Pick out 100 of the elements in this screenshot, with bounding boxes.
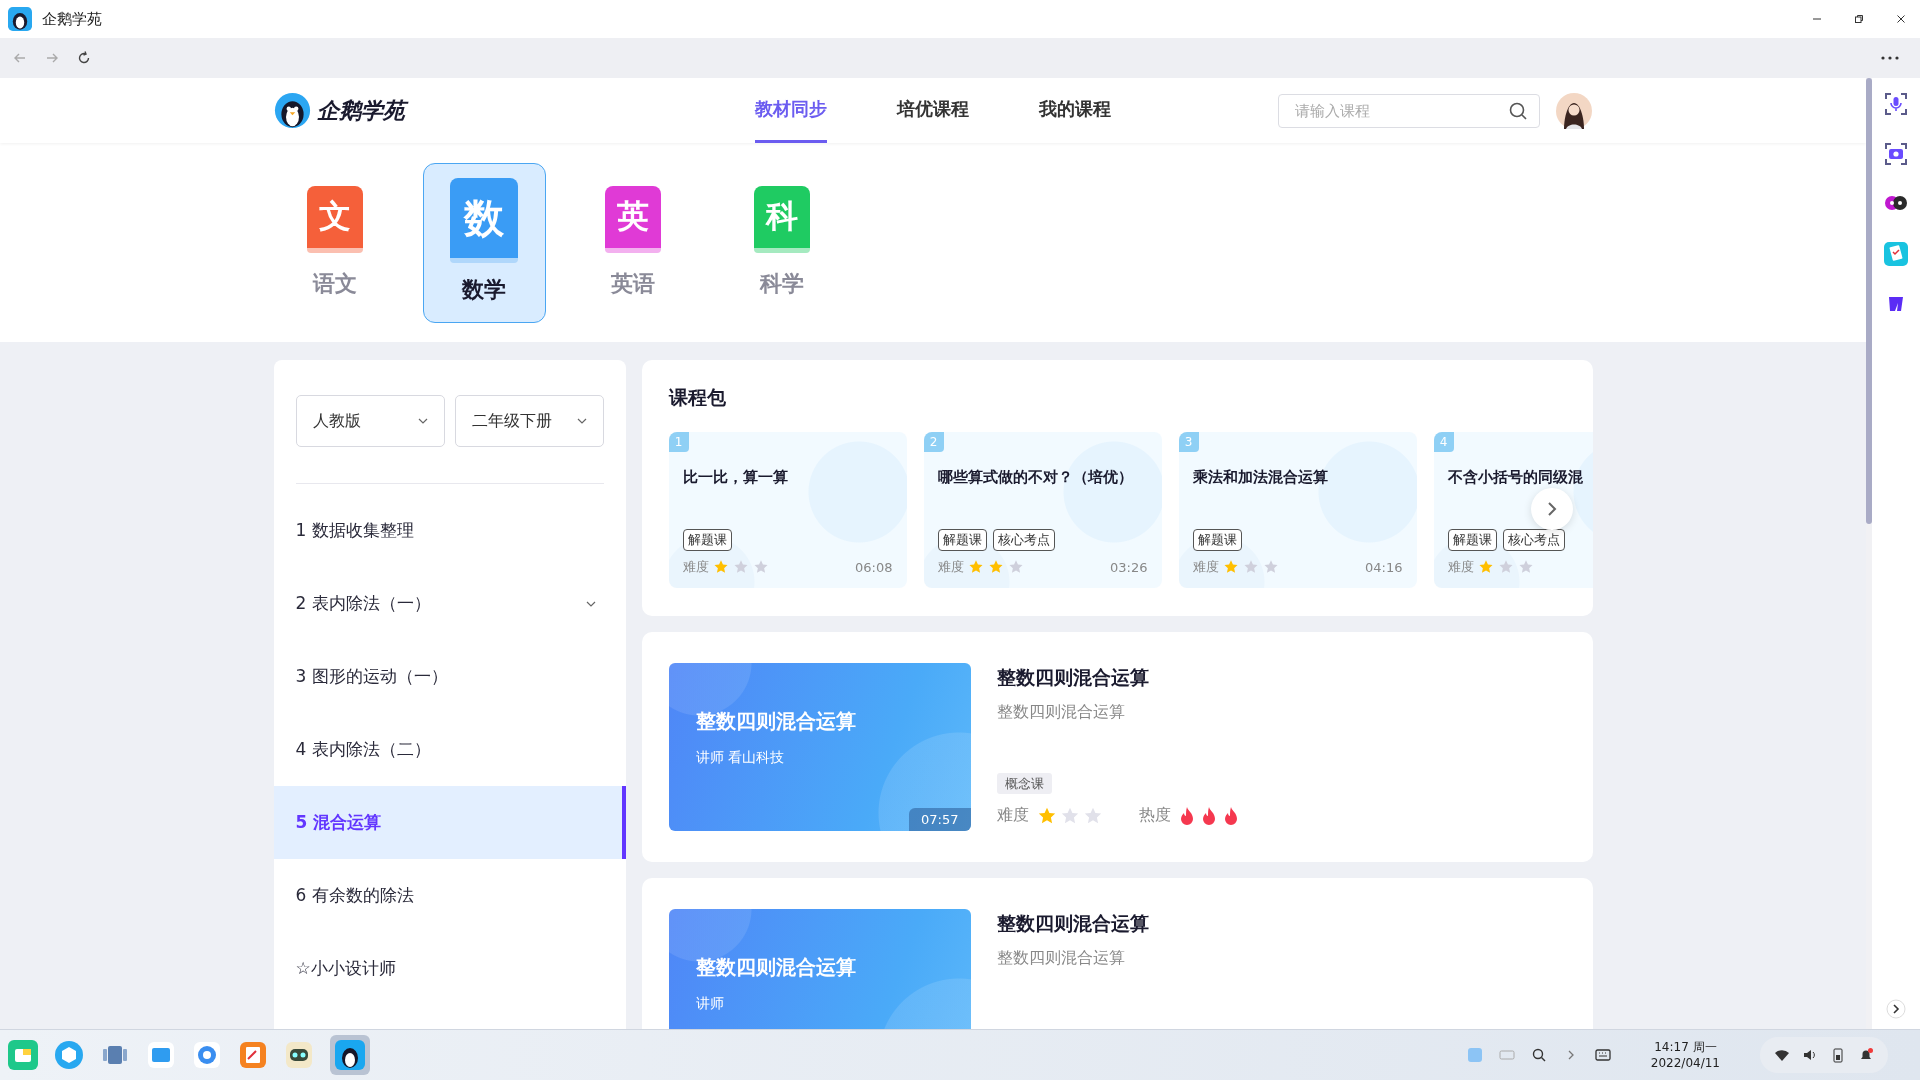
- lesson-card[interactable]: 3 乘法和加法混合运算 解题课 难度 04:16: [1178, 432, 1417, 588]
- clock-date: 2022/04/11: [1650, 1055, 1720, 1072]
- difficulty-label: 难度: [1192, 558, 1219, 576]
- course-subtitle: 整数四则混合运算: [996, 702, 1126, 723]
- course-title: 整数四则混合运算: [996, 665, 1150, 690]
- battery-icon[interactable]: [1830, 1047, 1846, 1063]
- course-tag: 概念课: [996, 773, 1052, 794]
- star-icon: [1517, 559, 1534, 575]
- cover-title: 整数四则混合运算: [695, 708, 857, 735]
- keyboard-icon[interactable]: [1594, 1047, 1611, 1063]
- course-title: 整数四则混合运算: [996, 911, 1149, 936]
- star-icon: [732, 559, 749, 575]
- star-icon: [1262, 559, 1279, 575]
- chevron-right-icon[interactable]: [1886, 999, 1906, 1019]
- lesson-tag: 解题课: [1447, 529, 1497, 551]
- search-field[interactable]: 请输入课程: [1277, 93, 1540, 128]
- chevron-down-icon: [417, 418, 428, 424]
- chapter-item[interactable]: 4 表内除法（二）: [273, 713, 626, 786]
- lesson-tag: 核心考点: [992, 529, 1055, 551]
- avatar[interactable]: [1555, 92, 1592, 129]
- lesson-duration: 04:16: [1365, 559, 1403, 575]
- chevron-right-icon: [1546, 501, 1557, 517]
- chapter-item[interactable]: 1 数据收集整理: [273, 494, 626, 567]
- difficulty-label: 难度: [937, 558, 964, 576]
- lesson-tag: 解题课: [1192, 529, 1242, 551]
- index-badge: 1: [668, 432, 689, 452]
- star-icon: [1242, 559, 1259, 575]
- chapter-item[interactable]: 2 表内除法（一）: [273, 567, 626, 640]
- lesson-title: 哪些算式做的不对？（培优）: [937, 468, 1134, 487]
- lesson-tag: 解题课: [937, 529, 987, 551]
- subject-icon: 科: [754, 186, 810, 253]
- search-icon[interactable]: [1530, 1047, 1547, 1063]
- subject-label: 英语: [611, 270, 655, 298]
- subject-tile[interactable]: 数 数学: [422, 163, 546, 323]
- restore-icon[interactable]: [1854, 14, 1864, 24]
- lecturer-text: 讲师: [695, 995, 725, 1013]
- difficulty-label: 难度: [1447, 558, 1474, 576]
- index-badge: 2: [923, 432, 944, 452]
- lesson-card[interactable]: 2 哪些算式做的不对？（培优） 解题课 核心考点 难度 03:26: [923, 432, 1162, 588]
- close-icon[interactable]: [1896, 14, 1906, 24]
- drawing-app-icon[interactable]: [238, 1040, 268, 1070]
- star-icon: [987, 559, 1004, 575]
- chapter-item[interactable]: 6 有余数的除法: [273, 859, 626, 932]
- star-icon: [752, 559, 769, 575]
- index-badge: 4: [1433, 432, 1454, 452]
- chapter-item[interactable]: 5 混合运算: [273, 786, 626, 859]
- lesson-title: 比一比，算一算: [682, 468, 789, 487]
- window-title: 企鹅学苑: [42, 9, 102, 29]
- more-icon[interactable]: [1880, 55, 1900, 61]
- subject-icon: 英: [605, 186, 661, 253]
- subject-label: 数学: [462, 276, 506, 304]
- lesson-tag: 解题课: [682, 529, 732, 551]
- star-icon: [712, 559, 729, 575]
- lesson-card[interactable]: 4 不含小括号的同级混 解题课 核心考点 难度: [1433, 432, 1593, 588]
- chapter-item[interactable]: ☆小小设计师: [273, 932, 626, 1005]
- browser-icon[interactable]: [192, 1040, 222, 1070]
- app-icon: [8, 7, 32, 31]
- subject-label: 科学: [760, 270, 804, 298]
- penguin-app-icon[interactable]: [335, 1040, 365, 1070]
- flame-icon: [1222, 805, 1239, 826]
- flame-icon: [1178, 805, 1195, 826]
- nav-tab[interactable]: 培优课程: [896, 78, 969, 143]
- star-icon: [1497, 559, 1514, 575]
- section-title: 课程包: [668, 385, 727, 410]
- lesson-title: 不含小括号的同级混: [1447, 468, 1584, 487]
- index-badge: 3: [1178, 432, 1199, 452]
- file-manager-icon[interactable]: [146, 1040, 176, 1070]
- lesson-duration: 03:26: [1110, 559, 1148, 575]
- lesson-card[interactable]: 1 比一比，算一算 解题课 难度 06:08: [668, 432, 907, 588]
- nav-tab[interactable]: 我的课程: [1038, 78, 1111, 143]
- dropdown[interactable]: 二年级下册: [454, 395, 604, 447]
- video-duration: 07:57: [909, 808, 971, 831]
- robot-app-icon[interactable]: [284, 1040, 314, 1070]
- flame-icon: [1200, 805, 1217, 826]
- penguin-logo-icon: [273, 92, 311, 129]
- subject-tile[interactable]: 英 英语: [571, 163, 695, 323]
- subject-label: 语文: [313, 270, 357, 298]
- cube-app-icon[interactable]: [54, 1040, 84, 1070]
- clock-time: 14:17 周一: [1654, 1038, 1717, 1055]
- lesson-tag: 核心考点: [1502, 529, 1565, 551]
- camera-scan-icon[interactable]: [1884, 142, 1908, 166]
- lecturer-text: 讲师 看山科技: [695, 749, 785, 767]
- course-card[interactable]: 整数四则混合运算 讲师 整数四则混合运算 整数四则混合运算: [641, 878, 1593, 1029]
- volume-icon[interactable]: [1802, 1047, 1818, 1063]
- reload-icon[interactable]: [76, 50, 92, 66]
- lesson-title: 乘法和加法混合运算: [1192, 468, 1329, 487]
- chapter-item[interactable]: 3 图形的运动（一）: [273, 640, 626, 713]
- star-icon: [1477, 559, 1494, 575]
- star-icon: [967, 559, 984, 575]
- voice-scan-icon[interactable]: [1884, 92, 1908, 116]
- course-card[interactable]: 整数四则混合运算 讲师 看山科技 07:57 整数四则混合运算 整数四则混合运算 概念课 难度 热度: [641, 632, 1593, 862]
- search-icon[interactable]: [1507, 100, 1528, 121]
- star-icon: [1007, 559, 1024, 575]
- heat-label: 热度: [1138, 805, 1171, 826]
- subject-icon: 数: [450, 178, 518, 263]
- dropdown[interactable]: 人教版: [295, 395, 445, 447]
- lesson-duration: 06:08: [855, 559, 893, 575]
- wifi-icon[interactable]: [1774, 1047, 1790, 1063]
- course-subtitle: 整数四则混合运算: [996, 948, 1126, 969]
- subject-icon: 文: [307, 186, 363, 253]
